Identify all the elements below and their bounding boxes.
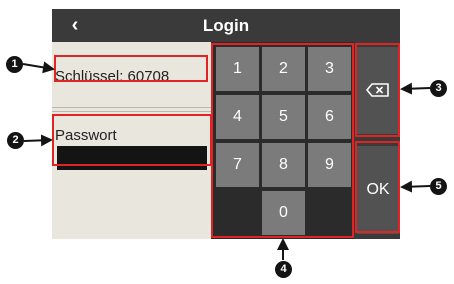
key-4[interactable]: 4 xyxy=(216,95,259,139)
key-5[interactable]: 5 xyxy=(262,95,305,139)
page-title: Login xyxy=(202,16,250,35)
login-screen: Login ‹ Schlüssel: 60708 Passwort 1 2 3 … xyxy=(52,9,400,239)
back-button[interactable]: ‹ xyxy=(62,12,88,39)
arrow-1 xyxy=(22,61,55,74)
annotated-screenshot: Login ‹ Schlüssel: 60708 Passwort 1 2 3 … xyxy=(0,0,454,284)
key-6[interactable]: 6 xyxy=(308,95,351,139)
callout-5: 5 xyxy=(430,178,447,195)
chevron-left-icon: ‹ xyxy=(71,14,79,36)
callout-3: 3 xyxy=(430,80,447,97)
callout-1: 1 xyxy=(6,56,23,73)
side-buttons: OK xyxy=(354,42,400,239)
numeric-keypad: 1 2 3 4 5 6 7 8 9 0 xyxy=(211,42,354,239)
key-0[interactable]: 0 xyxy=(262,191,305,235)
ok-button[interactable]: OK xyxy=(357,146,399,234)
arrow-3 xyxy=(400,82,431,95)
key-1[interactable]: 1 xyxy=(216,47,259,91)
divider xyxy=(52,111,211,112)
password-label: Passwort xyxy=(55,127,117,144)
login-form: Schlüssel: 60708 Passwort xyxy=(52,42,211,239)
key-7[interactable]: 7 xyxy=(216,143,259,187)
key-9[interactable]: 9 xyxy=(308,143,351,187)
key-2[interactable]: 2 xyxy=(262,47,305,91)
arrow-2 xyxy=(23,134,53,147)
key-3[interactable]: 3 xyxy=(308,47,351,91)
key-8[interactable]: 8 xyxy=(262,143,305,187)
backspace-icon xyxy=(366,83,389,97)
title-bar: Login ‹ xyxy=(52,9,400,42)
arrow-5 xyxy=(400,180,431,193)
password-input[interactable] xyxy=(57,146,207,170)
callout-4: 4 xyxy=(275,261,292,278)
callout-2: 2 xyxy=(7,132,24,149)
key-label: Schlüssel: 60708 xyxy=(55,68,170,85)
divider xyxy=(52,107,211,108)
backspace-button[interactable] xyxy=(357,47,399,134)
